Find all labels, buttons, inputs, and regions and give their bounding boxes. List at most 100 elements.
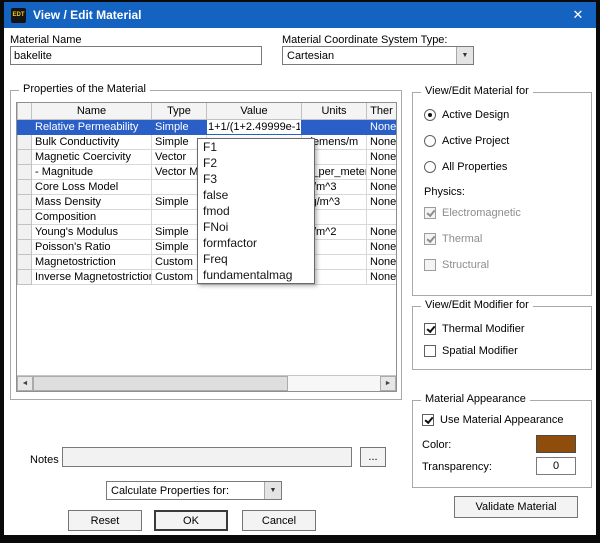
checkbox-icon[interactable] — [424, 345, 436, 357]
dropdown-item[interactable]: fundamentalmag — [198, 267, 314, 283]
scroll-right-icon[interactable]: ► — [380, 376, 396, 391]
material-name-label: Material Name — [10, 34, 82, 46]
cell-name[interactable]: Relative Permeability — [31, 118, 152, 135]
chevron-down-icon[interactable]: ▼ — [456, 47, 473, 64]
row-selector[interactable] — [17, 163, 32, 180]
radio-label: Active Project — [442, 135, 510, 147]
value-suggestion-dropdown[interactable]: F1 F2 F3 false fmod FNoi formfactor Freq… — [197, 138, 315, 284]
titlebar[interactable]: EDT View / Edit Material ✕ — [4, 2, 596, 28]
cell-thermal[interactable]: None — [366, 268, 396, 285]
row-selector[interactable] — [17, 253, 32, 270]
app-icon: EDT — [11, 7, 26, 23]
row-selector[interactable] — [17, 148, 32, 165]
notes-input[interactable] — [62, 447, 352, 467]
row-selector[interactable] — [17, 238, 32, 255]
cell-name[interactable]: Bulk Conductivity — [31, 133, 152, 150]
cell-name[interactable]: Mass Density — [31, 193, 152, 210]
color-swatch[interactable] — [536, 435, 576, 453]
transparency-value[interactable]: 0 — [536, 457, 576, 475]
cell-thermal[interactable] — [366, 208, 396, 225]
row-selector[interactable] — [17, 118, 32, 135]
cell-thermal[interactable]: None — [366, 118, 396, 135]
cell-name[interactable]: Magnetostriction — [31, 253, 152, 270]
dropdown-item[interactable]: Freq — [198, 251, 314, 267]
row-selector[interactable] — [17, 178, 32, 195]
checkbox-spatial-modifier[interactable]: Spatial Modifier — [424, 344, 518, 358]
radio-active-project[interactable]: Active Project — [424, 134, 509, 148]
window-title: View / Edit Material — [33, 8, 142, 22]
checkbox-label: Spatial Modifier — [442, 345, 518, 357]
cell-name[interactable]: Core Loss Model — [31, 178, 152, 195]
row-selector[interactable] — [17, 208, 32, 225]
dropdown-item[interactable]: false — [198, 187, 314, 203]
calculate-properties-dropdown[interactable]: Calculate Properties for: ▼ — [106, 481, 282, 500]
horizontal-scrollbar[interactable]: ◄ ► — [17, 375, 396, 391]
cell-name[interactable]: Magnetic Coercivity — [31, 148, 152, 165]
cell-units[interactable] — [301, 118, 367, 135]
cell-name[interactable]: Poisson's Ratio — [31, 238, 152, 255]
cell-thermal[interactable]: None — [366, 178, 396, 195]
validate-material-button[interactable]: Validate Material — [454, 496, 578, 518]
scrollbar-thumb[interactable] — [33, 376, 288, 391]
col-name[interactable]: Name — [31, 103, 152, 120]
checkbox-label: Thermal Modifier — [442, 323, 525, 335]
coord-system-dropdown[interactable]: Cartesian ▼ — [282, 46, 474, 65]
checkbox-icon[interactable] — [424, 323, 436, 335]
radio-all-properties[interactable]: All Properties — [424, 160, 507, 174]
modifier-for-group: View/Edit Modifier for — [412, 299, 592, 370]
checkbox-use-material-appearance[interactable]: Use Material Appearance — [422, 413, 564, 427]
dropdown-item[interactable]: fmod — [198, 203, 314, 219]
cell-thermal[interactable]: None — [366, 253, 396, 270]
checkbox-thermal-modifier[interactable]: Thermal Modifier — [424, 322, 525, 336]
dropdown-item[interactable]: FNoi — [198, 219, 314, 235]
row-selector[interactable] — [17, 133, 32, 150]
cell-thermal[interactable]: None — [366, 163, 396, 180]
col-type[interactable]: Type — [151, 103, 207, 120]
cancel-button[interactable]: Cancel — [242, 510, 316, 531]
cell-name[interactable]: Composition — [31, 208, 152, 225]
cell-thermal[interactable]: None — [366, 193, 396, 210]
cell-name[interactable]: Inverse Magnetostriction — [31, 268, 152, 285]
modifier-for-group-label: View/Edit Modifier for — [421, 299, 533, 311]
cell-name[interactable]: Young's Modulus — [31, 223, 152, 240]
col-value[interactable]: Value — [206, 103, 302, 120]
dropdown-item[interactable]: formfactor — [198, 235, 314, 251]
cell-type[interactable]: Simple — [151, 118, 207, 135]
close-icon[interactable]: ✕ — [567, 5, 589, 25]
material-name-input[interactable] — [10, 46, 262, 65]
cell-thermal[interactable]: None — [366, 148, 396, 165]
cell-value[interactable] — [206, 118, 302, 135]
ok-button[interactable]: OK — [154, 510, 228, 531]
reset-button[interactable]: Reset — [68, 510, 142, 531]
row-selector[interactable] — [17, 223, 32, 240]
radio-icon[interactable] — [424, 135, 436, 147]
table-row-relative-permeability[interactable]: Relative Permeability Simple None — [17, 118, 396, 135]
scroll-left-icon[interactable]: ◄ — [17, 376, 33, 391]
cell-name[interactable]: - Magnitude — [31, 163, 152, 180]
checkbox-label: Use Material Appearance — [440, 414, 564, 426]
col-units[interactable]: Units — [301, 103, 367, 120]
radio-icon[interactable] — [424, 109, 436, 121]
scrollbar-track[interactable] — [33, 376, 380, 391]
coord-system-label: Material Coordinate System Type: — [282, 34, 448, 46]
value-editor-input[interactable] — [207, 120, 301, 133]
radio-icon[interactable] — [424, 161, 436, 173]
cell-thermal[interactable]: None — [366, 238, 396, 255]
dropdown-item[interactable]: F2 — [198, 155, 314, 171]
dropdown-item[interactable]: F3 — [198, 171, 314, 187]
checkbox-icon[interactable] — [422, 414, 434, 426]
chevron-down-icon[interactable]: ▼ — [264, 482, 281, 499]
radio-active-design[interactable]: Active Design — [424, 108, 509, 122]
cell-thermal[interactable]: None — [366, 133, 396, 150]
row-selector[interactable] — [17, 268, 32, 285]
col-selector — [17, 103, 32, 120]
notes-label: Notes — [30, 454, 59, 466]
row-selector[interactable] — [17, 193, 32, 210]
checkbox-structural: Structural — [424, 258, 489, 272]
col-thermal[interactable]: Ther — [366, 103, 396, 120]
radio-label: Active Design — [442, 109, 510, 121]
cell-thermal[interactable]: None — [366, 223, 396, 240]
calculate-properties-value: Calculate Properties for: — [111, 484, 229, 497]
notes-browse-button[interactable]: ... — [360, 447, 386, 467]
dropdown-item[interactable]: F1 — [198, 139, 314, 155]
